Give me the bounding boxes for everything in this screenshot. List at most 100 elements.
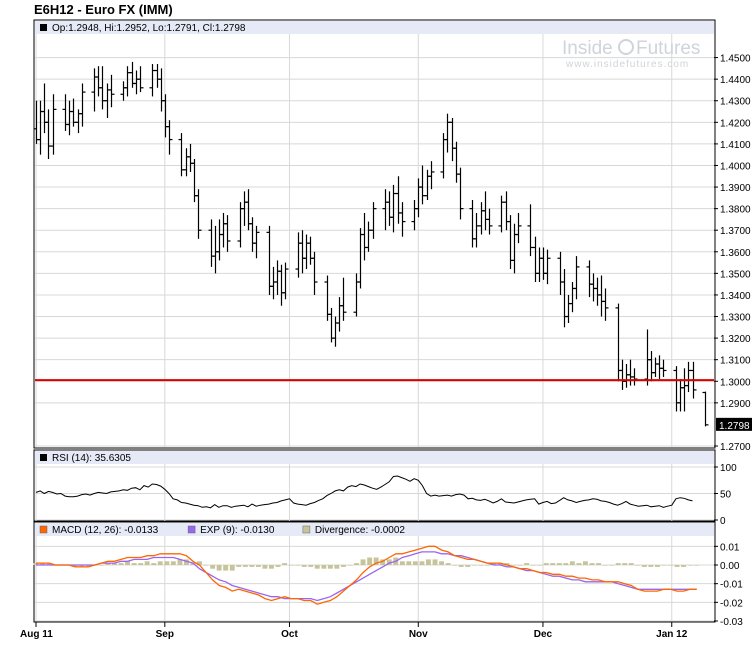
divergence-bar xyxy=(157,561,163,565)
x-tick-label: Sep xyxy=(156,629,174,640)
price-tick-label: 1.2900 xyxy=(720,399,751,410)
macd-legend-label: MACD (12, 26): -0.0133 xyxy=(52,525,159,536)
divergence-bar xyxy=(471,565,477,566)
divergence-bar xyxy=(530,565,536,566)
divergence-bar xyxy=(367,557,373,565)
divergence-bar xyxy=(242,565,248,567)
divergence-bar xyxy=(354,563,359,565)
x-tick-label: Dec xyxy=(534,629,553,640)
divergence-bar xyxy=(641,565,647,567)
divergence-bar xyxy=(210,565,216,569)
divergence-bar xyxy=(517,565,523,566)
chart-title: E6H12 - Euro FX (IMM) xyxy=(34,2,173,17)
divergence-bar xyxy=(295,565,301,566)
price-tick-label: 1.3200 xyxy=(720,334,751,345)
divergence-bar xyxy=(511,565,516,566)
divergence-bar xyxy=(484,565,490,566)
divergence-bar xyxy=(432,559,438,565)
divergence-bar xyxy=(301,565,307,567)
divergence-bar xyxy=(308,565,314,567)
macd-tick-label: -0.01 xyxy=(720,580,743,591)
divergence-bar xyxy=(412,561,418,565)
macd-legend: MACD (12, 26): -0.0133 EXP (9): -0.0130 Di… xyxy=(39,525,405,536)
x-tick-label: Nov xyxy=(409,629,428,640)
divergence-bar xyxy=(602,565,608,566)
price-tick-label: 1.3500 xyxy=(720,269,751,280)
divergence-bar xyxy=(288,565,294,566)
macd-axis: 0.01 0.00 -0.01 -0.02 -0.03 xyxy=(714,542,743,628)
price-tick-label: 1.3100 xyxy=(720,356,751,367)
divergence-bar xyxy=(269,565,274,569)
divergence-bar xyxy=(249,565,255,567)
divergence-bar xyxy=(648,565,654,567)
divergence-bar xyxy=(589,563,595,565)
divergence-bar xyxy=(661,565,667,566)
price-tick-label: 1.4100 xyxy=(720,140,751,151)
divergence-bar xyxy=(138,563,144,565)
rsi-axis: 100 50 0 xyxy=(714,463,737,527)
divergence-bar xyxy=(465,565,471,567)
divergence-bar xyxy=(164,561,170,565)
macd-legend-swatch xyxy=(39,525,48,534)
rsi-tick-label: 50 xyxy=(720,490,732,501)
macd-legend-label: Divergence: -0.0002 xyxy=(315,525,405,536)
rsi-legend-band xyxy=(35,451,714,464)
divergence-bar xyxy=(203,565,209,566)
price-tick-label: 1.4200 xyxy=(720,118,751,129)
divergence-bar xyxy=(694,565,700,566)
divergence-bar xyxy=(282,563,287,565)
rsi-legend-marker xyxy=(40,454,47,461)
divergence-bar xyxy=(341,565,346,567)
divergence-bar xyxy=(99,565,104,566)
divergence-bar xyxy=(223,565,229,571)
divergence-bar xyxy=(419,561,425,565)
price-tick-label: 1.4000 xyxy=(720,161,751,172)
price-tick-label: 1.4400 xyxy=(720,75,751,86)
macd-legend-swatch xyxy=(302,525,311,534)
divergence-bar xyxy=(668,565,673,566)
x-tick-label: Aug 11 xyxy=(20,629,53,640)
macd-panel: MACD (12, 26): -0.0133 EXP (9): -0.0130 Di… xyxy=(33,521,743,628)
divergence-bar xyxy=(236,565,242,567)
divergence-bar xyxy=(583,561,588,565)
divergence-bar xyxy=(131,563,137,565)
divergence-bar xyxy=(262,565,268,569)
macd-tick-label: -0.02 xyxy=(720,598,743,609)
divergence-bar xyxy=(314,565,320,569)
divergence-bar xyxy=(543,563,549,565)
rsi-tick-label: 0 xyxy=(720,516,726,527)
divergence-bar xyxy=(360,559,366,565)
price-tick-label: 1.3800 xyxy=(720,205,751,216)
price-tick-label: 1.3000 xyxy=(720,377,751,388)
last-price-text: 1.2798 xyxy=(719,421,750,432)
divergence-bar xyxy=(687,565,693,566)
macd-legend-label: EXP (9): -0.0130 xyxy=(200,525,275,536)
divergence-bar xyxy=(216,565,222,571)
price-tick-label: 1.3700 xyxy=(720,226,751,237)
divergence-bar xyxy=(256,565,261,567)
rsi-tick-label: 100 xyxy=(720,463,737,474)
x-tick-label: Jan 12 xyxy=(656,629,688,640)
divergence-bar xyxy=(118,563,124,565)
divergence-bar xyxy=(655,565,660,567)
divergence-bar xyxy=(458,565,464,567)
watermark-brand-left: Inside xyxy=(562,38,613,59)
divergence-bar xyxy=(628,563,634,565)
price-tick-label: 1.3600 xyxy=(720,248,751,259)
divergence-bar xyxy=(550,563,556,565)
divergence-bar xyxy=(615,563,621,565)
price-legend: Op:1.2948, Hi:1.2952, Lo:1.2791, Cl:1.27… xyxy=(52,23,246,34)
divergence-bar xyxy=(609,565,615,566)
divergence-bar xyxy=(537,565,543,566)
watermark-brand-right: Futures xyxy=(636,38,700,59)
macd-tick-label: -0.03 xyxy=(720,617,743,628)
x-axis: Aug 11 Sep Oct Nov Dec Jan 12 xyxy=(20,621,715,640)
divergence-bar xyxy=(563,563,569,565)
divergence-bar xyxy=(556,563,562,565)
divergence-bar xyxy=(445,563,451,565)
divergence-bar xyxy=(275,565,281,567)
divergence-bar xyxy=(524,563,530,565)
last-price-label: 1.2798 xyxy=(716,417,752,432)
divergence-bar xyxy=(596,563,601,565)
divergence-bar xyxy=(681,565,686,567)
